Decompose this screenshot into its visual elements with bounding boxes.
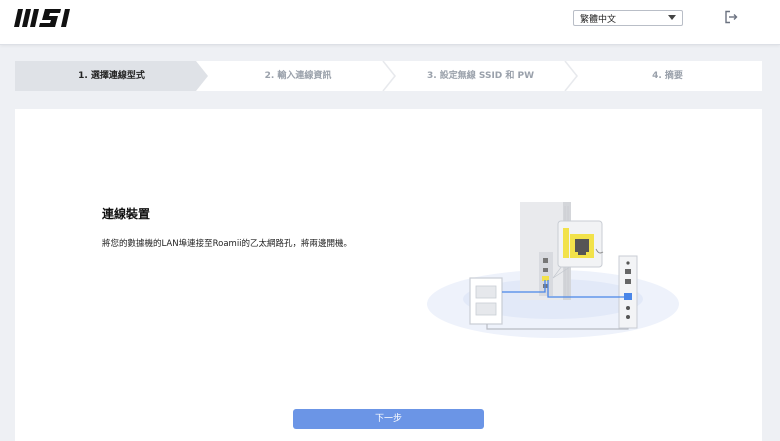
page-title: 連線裝置 xyxy=(102,207,151,221)
instruction-text: 將您的數據機的LAN埠連接至Roamii的乙太網路孔，將兩邊開機。 xyxy=(102,239,353,249)
language-selected: 繁體中文 xyxy=(580,15,617,25)
logout-icon[interactable] xyxy=(724,10,738,24)
msi-logo xyxy=(14,9,70,27)
top-bar: 繁體中文 xyxy=(0,0,780,45)
step-4-summary: 4. 摘要 xyxy=(652,71,683,81)
step-1-connection-type: 1. 選擇連線型式 xyxy=(78,71,145,81)
next-button[interactable]: 下一步 xyxy=(293,409,484,429)
step-2-connection-info: 2. 輸入連線資訊 xyxy=(264,71,332,81)
connection-illustration xyxy=(427,202,679,338)
step-3-wireless-ssid-pw: 3. 設定無線 SSID 和 PW xyxy=(426,71,535,81)
step-progress-bar: 1. 選擇連線型式 2. 輸入連線資訊 3. 設定無線 SSID 和 PW 4.… xyxy=(15,61,762,91)
language-select[interactable]: 繁體中文 xyxy=(573,10,683,26)
chevron-down-icon xyxy=(668,15,676,20)
